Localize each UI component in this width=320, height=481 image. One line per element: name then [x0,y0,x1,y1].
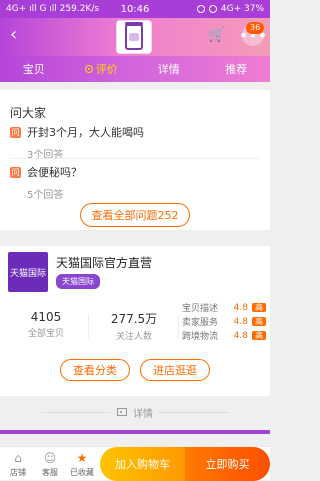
image-icon [117,408,127,416]
stat-followers[interactable]: 277.5万 关注人数 [94,310,174,342]
section-tabs: 宝贝 评价 详情 推荐 [0,56,270,82]
star-icon: ★ [76,451,88,465]
location-icon [196,5,205,13]
divider [88,314,89,338]
tab-label: 评价 [95,63,118,76]
favorite-button[interactable]: ★ 已收藏 [66,451,98,478]
service-button[interactable]: ☺ 客服 [34,451,66,478]
tab-label: 详情 [157,63,180,76]
tab-reviews[interactable]: 评价 [68,61,136,77]
score-level: 高 [252,330,266,340]
divider-line [159,411,229,413]
store-scores: 宝贝描述 4.8 高 卖家服务 4.8 高 跨境物流 4.8 高 [182,300,266,342]
tab-label: 推荐 [225,63,248,76]
question-icon: 问 [10,166,21,178]
question-icon: 问 [10,126,21,138]
question-text: 开封3个月，大人能喝吗 [27,126,144,139]
stat-label: 关注人数 [115,332,152,342]
store-icon: ⌂ [14,451,22,465]
store-type-badge: 天猫国际 [56,274,100,289]
alarm-icon [208,5,217,13]
details-label: 详情 [133,408,153,420]
battery-text: 4G+ 37% [220,4,264,14]
cart-icon[interactable]: 🛒 [208,27,225,43]
status-bar: 4G+ ıll G ıll 259.2K/s 10:46 4G+ 37% [0,0,270,18]
score-row: 跨境物流 4.8 高 [182,328,266,342]
tab-label: 宝贝 [22,63,45,76]
network-text: 4G+ ıll G ıll 259.2K/s [6,4,100,14]
details-divider: 详情 [0,400,270,424]
score-value: 4.8 [233,302,248,313]
tab-recommend[interactable]: 推荐 [203,61,271,77]
network-status: 4G+ ıll G ıll 259.2K/s [6,4,99,14]
score-label: 宝贝描述 [182,303,219,314]
add-to-cart-button[interactable]: 加入购物车 [100,447,185,481]
store-logo[interactable]: 天猫国际 [8,252,48,292]
store-label: 店铺 [10,468,26,477]
product-header: ‹ 🛒 ••• 36 [0,18,270,56]
stat-value: 277.5万 [110,312,158,326]
view-all-questions-button[interactable]: 查看全部问题252 [80,203,190,227]
divider-line [41,411,111,413]
milk-can-image [125,22,143,50]
qa-item[interactable]: 问 开封3个月，大人能喝吗 3个回答 [10,124,260,161]
battery-status: 4G+ 37% [196,4,264,14]
score-label: 跨境物流 [182,331,219,342]
back-arrow-icon[interactable]: ‹ [10,26,17,44]
tab-details[interactable]: 详情 [135,61,203,77]
tab-product[interactable]: 宝贝 [0,61,68,77]
chat-icon: ☺ [43,451,57,465]
score-level: 高 [252,302,266,312]
score-value: 4.8 [233,316,248,327]
clock: 10:46 [120,3,150,15]
score-level: 高 [252,316,266,326]
qa-item[interactable]: 问 会便秘吗？ 5个回答 [10,164,260,201]
answer-count: 5个回答 [27,190,64,201]
view-categories-button[interactable]: 查看分类 [60,359,130,381]
divider [10,158,260,159]
service-label: 客服 [42,468,58,477]
stat-all-products[interactable]: 4105 全部宝贝 [6,310,86,339]
score-row: 卖家服务 4.8 高 [182,314,266,328]
score-row: 宝贝描述 4.8 高 [182,300,266,314]
qa-title: 问大家 [10,106,47,120]
question-text: 会便秘吗？ [27,166,82,179]
buy-now-button[interactable]: 立即购买 [185,447,270,481]
store-section: 天猫国际 天猫国际官方直营 天猫国际 4105 全部宝贝 277.5万 关注人数… [0,246,270,396]
score-value: 4.8 [233,330,248,341]
bottom-action-bar: ⌂ 店铺 ☺ 客服 ★ 已收藏 加入购物车 立即购买 [0,446,270,481]
stat-label: 全部宝贝 [27,329,64,339]
stat-value: 4105 [30,310,62,324]
store-button[interactable]: ⌂ 店铺 [2,451,34,478]
detail-image-top [0,430,270,434]
message-count-badge: 36 [246,22,265,34]
store-name[interactable]: 天猫国际官方直营 [56,254,152,271]
divider [178,314,179,338]
product-thumbnail[interactable] [116,20,152,54]
indicator-icon [84,65,93,73]
score-label: 卖家服务 [182,317,219,328]
favorite-label: 已收藏 [70,468,94,477]
visit-store-button[interactable]: 进店逛逛 [140,359,210,381]
